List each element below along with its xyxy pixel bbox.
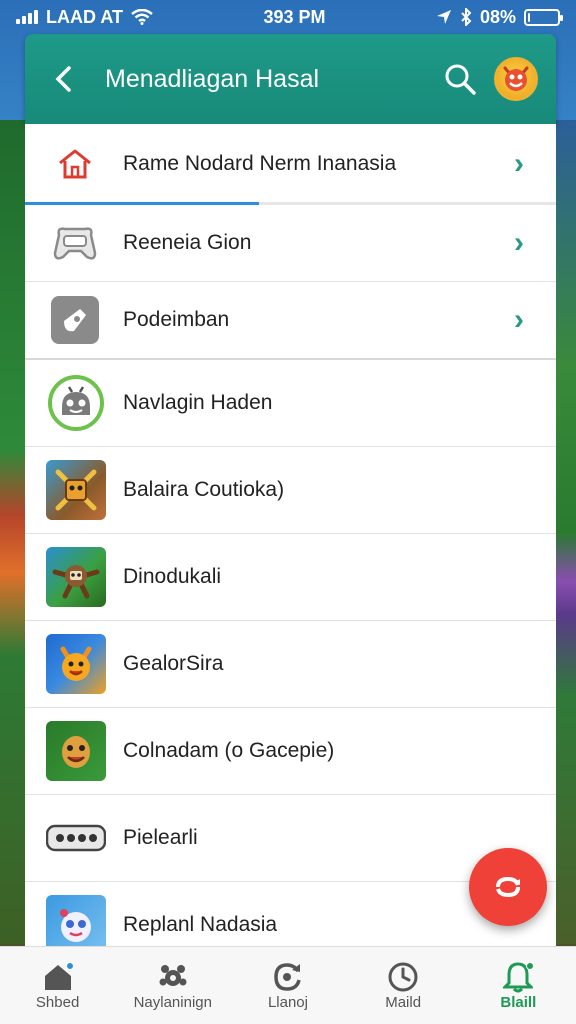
- settings-row-label: Podeimban: [123, 308, 230, 331]
- bottom-nav: Shbed Naylaninign Llanoj Maild Blaill: [0, 946, 576, 1024]
- list-item[interactable]: Dinodukali: [25, 534, 556, 621]
- nav-label: Maild: [385, 994, 422, 1011]
- settings-row-gamepad[interactable]: Reeneia Gion ›: [25, 204, 556, 282]
- app-store-icon: [47, 292, 103, 348]
- chevron-right-icon: ›: [514, 146, 524, 180]
- chevron-right-icon: ›: [514, 225, 524, 259]
- app-name: Balaira Coutioka): [123, 478, 285, 501]
- app-name: GealorSira: [123, 652, 224, 675]
- search-icon: [445, 64, 476, 95]
- app-name: Colnadam (o Gacepie): [123, 739, 335, 762]
- nav-label: Shbed: [35, 994, 80, 1011]
- refresh-icon: [270, 960, 306, 994]
- home-icon: [47, 136, 103, 192]
- sync-icon: [496, 876, 520, 898]
- nav-item-mail[interactable]: Maild: [346, 960, 461, 1011]
- list-item[interactable]: Colnadam (o Gacepie): [25, 708, 556, 795]
- app-name: Navlagin Haden: [123, 391, 273, 414]
- monkey-game-icon: [45, 547, 107, 607]
- location-icon: [436, 10, 451, 24]
- back-button[interactable]: [43, 59, 83, 99]
- app-name: Pielearli: [123, 826, 198, 849]
- fab-button[interactable]: [469, 848, 547, 926]
- monster-avatar-icon: [503, 66, 529, 91]
- notification-badge: [65, 962, 74, 970]
- nav-item-notifications[interactable]: Blaill: [461, 960, 576, 1011]
- status-bar: LAAD AT 393 PM 08%: [0, 0, 576, 34]
- nav-label: Naylaninign: [133, 994, 212, 1011]
- app-name: Dinodukali: [123, 565, 222, 588]
- creature-game-icon: [45, 895, 107, 946]
- settings-row-home[interactable]: Rame Nodard Nerm Inanasia ›: [25, 124, 556, 205]
- settings-row-label: Rame Nodard Nerm Inanasia: [123, 151, 397, 175]
- clock-icon: [385, 960, 421, 994]
- nav-label: Blaill: [500, 994, 537, 1011]
- clock-time: 393 PM: [263, 6, 326, 27]
- list-item[interactable]: GealorSira: [25, 621, 556, 708]
- controller-icon: [45, 810, 107, 866]
- settings-panel: Rame Nodard Nerm Inanasia › Reeneia Gion…: [25, 124, 556, 946]
- bluetooth-icon: [461, 8, 472, 26]
- list-item[interactable]: Navlagin Haden: [25, 360, 556, 447]
- app-name: Replanl Nadasia: [123, 913, 278, 936]
- settings-row-store[interactable]: Podeimban ›: [25, 282, 556, 360]
- app-header: Menadliagan Hasal: [25, 34, 556, 124]
- android-icon: [45, 375, 107, 431]
- battery-icon: [524, 8, 563, 26]
- wifi-icon: [131, 9, 153, 25]
- gamepad-icon: [47, 215, 103, 271]
- nav-item-home[interactable]: Shbed: [0, 960, 115, 1011]
- avatar[interactable]: [494, 57, 538, 101]
- adventure-game-icon: [45, 460, 107, 520]
- chevron-right-icon: ›: [514, 303, 524, 336]
- back-arrow-icon: [55, 66, 71, 92]
- face-game-icon: [45, 721, 107, 781]
- home-icon: [40, 960, 76, 994]
- gear-paw-icon: [155, 960, 191, 994]
- nav-item-settings[interactable]: Naylaninign: [115, 960, 230, 1011]
- battery-percent: 08%: [479, 6, 516, 27]
- nav-item-refresh[interactable]: Llanoj: [230, 960, 345, 1011]
- search-button[interactable]: [438, 57, 482, 101]
- list-item[interactable]: Balaira Coutioka): [25, 447, 556, 534]
- fox-game-icon: [45, 634, 107, 694]
- app-list: Navlagin Haden Balaira Coutioka) Dinoduk…: [25, 360, 556, 946]
- carrier-label: LAAD AT: [46, 6, 123, 27]
- nav-label: Llanoj: [267, 994, 308, 1011]
- settings-row-label: Reeneia Gion: [123, 230, 252, 254]
- bell-icon: [500, 960, 536, 994]
- page-title: Menadliagan Hasal: [105, 64, 320, 93]
- signal-icon: [16, 10, 38, 24]
